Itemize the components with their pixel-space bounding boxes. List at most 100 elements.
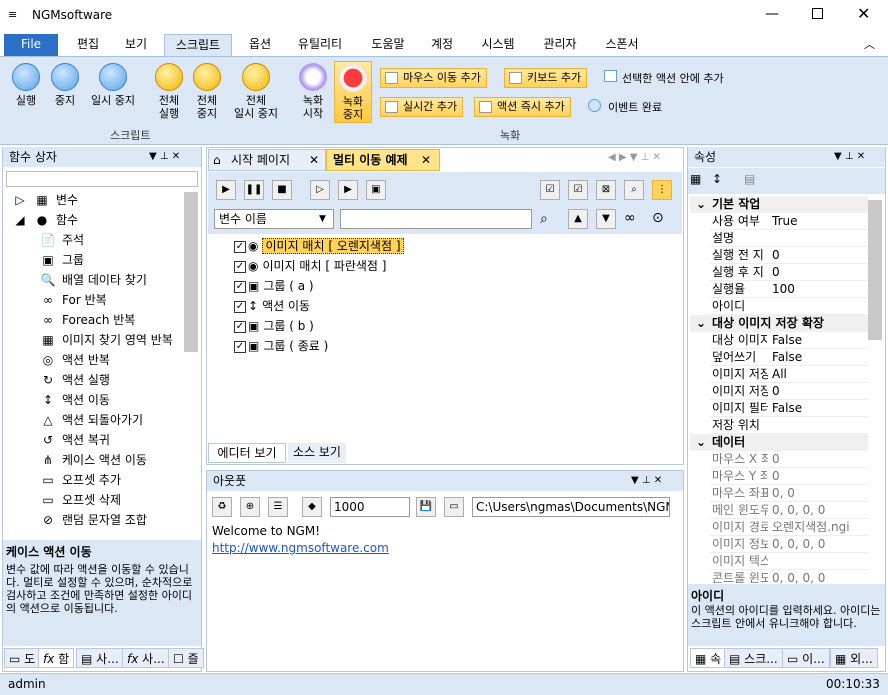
property-row[interactable]: 아이디 [710,298,868,315]
step-icon[interactable]: ▷ [310,180,330,200]
pause-icon[interactable]: ❚❚ [244,180,264,200]
property-row[interactable]: 사용 여부 True [710,213,868,230]
play-icon[interactable]: ▶ [216,180,236,200]
function-item[interactable]: ↕ 액션 이동 [40,390,180,410]
check-all-icon[interactable]: ☑ [540,180,560,200]
property-row[interactable]: 대상 이미지 False [710,332,868,349]
tree-functions[interactable]: ◢ ● 함수 [12,210,78,230]
property-value[interactable]: 0, 0, 0, 0 [772,536,868,553]
tab-edit[interactable]: 편집 [68,34,108,56]
property-pages-icon[interactable]: ▤ [744,172,755,186]
move-up-icon[interactable]: ▲ [568,209,588,229]
close-tab-icon[interactable]: ✕ [309,150,319,170]
filter-select[interactable]: 변수 이름 ▼ [214,209,334,229]
property-row[interactable]: 설명 [710,230,868,247]
property-category[interactable]: ⌄ 기본 작업 [690,196,868,213]
action-row[interactable]: ✓ ◉ 이미지 매치 [ 오렌지색점 ] [234,236,404,256]
tab-account[interactable]: 계정 [422,34,462,56]
action-checkbox[interactable]: ✓ [234,340,246,353]
list-icon[interactable]: ☰ [268,497,288,517]
property-value[interactable]: 0, 0, 0, 0 [772,502,868,519]
maximize-icon[interactable] [812,8,823,19]
property-row[interactable]: 저장 위치 [710,417,868,434]
loop-icon[interactable]: ∞ [624,210,636,226]
tab-nav-icon[interactable]: ◀ ▶ ▼ ⊥ ✕ [608,152,661,163]
function-item[interactable]: ▦ 이미지 찾기 영역 반복 [40,330,180,350]
search-icon[interactable]: ⌕ [624,180,644,200]
tab-script[interactable]: 스크립트 [164,34,232,56]
step-over-icon[interactable]: ▣ [366,180,386,200]
add-mouse-move-button[interactable]: 마우스 이동 추가 [380,68,487,88]
tree-view-icon[interactable]: ⋮ [652,180,672,200]
categorized-icon[interactable]: ▦ [690,172,701,186]
tab-properties[interactable]: ▦ 속 [690,648,727,668]
close-tab-icon[interactable]: ✕ [421,150,431,170]
function-item[interactable]: ⋔ 케이스 액션 이동 [40,450,180,470]
function-search-input[interactable] [6,171,198,187]
function-item[interactable]: △ 액션 되돌아가기 [40,410,180,430]
property-value[interactable]: False [772,332,868,349]
folder-icon[interactable]: ▭ [444,497,464,517]
property-value[interactable]: True [772,213,868,230]
check-icon[interactable]: ☑ [568,180,588,200]
tab-options[interactable]: 옵션 [240,34,280,56]
property-value[interactable]: 0 [772,383,868,400]
action-row[interactable]: ✓ ▣ 그룹 ( 종료 ) [234,336,328,356]
property-value[interactable]: 0, 0 [772,485,868,502]
tab-admin[interactable]: 관리자 [534,34,586,56]
property-value[interactable]: 0 [772,451,868,468]
record-start-button[interactable]: 녹화 시작 [296,63,330,120]
tab-source-view[interactable]: 소스 보기 [288,443,346,463]
eraser-icon[interactable]: ◆ [302,497,322,517]
system-menu-icon[interactable]: ≡ [8,8,17,21]
step-into-icon[interactable]: ▶ [338,180,358,200]
add-inside-button[interactable]: 선택한 액션 안에 추가 [602,70,724,86]
tab-help[interactable]: 도움말 [362,34,414,56]
property-row[interactable]: 이미지 텍스트 [710,553,868,570]
property-row[interactable]: 이미지 경로 오렌지색점.ngi [710,519,868,536]
property-row[interactable]: 메인 윈도우 0, 0, 0, 0 [710,502,868,519]
action-checkbox[interactable]: ✓ [234,280,246,293]
bottom-tab-1[interactable]: ▭ 도 [4,648,41,668]
function-item[interactable]: ↺ 액션 복귀 [40,430,180,450]
action-row[interactable]: ✓ ▣ 그룹 ( a ) [234,276,314,296]
panel-options-icon[interactable]: ▼ ⊥ ✕ [149,147,180,167]
tab-utility[interactable]: 유틸리티 [288,34,352,56]
function-scrollbar[interactable] [184,192,198,352]
tab-external[interactable]: ▦ 외... [830,648,878,668]
collapse-ribbon-icon[interactable]: ︿ [864,36,875,52]
minimize-icon[interactable]: — [765,6,779,22]
property-row[interactable]: 마우스 Y 좌 0 [710,468,868,485]
stop-button[interactable]: 중지 [48,63,82,107]
property-value[interactable]: 오렌지색점.ngi [772,519,868,536]
action-checkbox[interactable]: ✓ [234,320,246,333]
action-row[interactable]: ✓ ↕ 액션 이동 [234,296,310,316]
tab-view[interactable]: 보기 [116,34,156,56]
function-item[interactable]: 📄 주석 [40,230,180,250]
property-value[interactable]: 0 [772,247,868,264]
action-checkbox[interactable]: ✓ [234,260,246,273]
tab-multi-move[interactable]: 멀티 이동 예제 ✕ [326,149,440,171]
bottom-tab-3[interactable]: ▤ 사... [76,648,124,668]
filter-input[interactable] [340,209,532,229]
property-row[interactable]: 실행 후 지 0 [710,264,868,281]
record-stop-button[interactable]: 녹화 중지 [334,61,372,123]
add-output-icon[interactable]: ⊕ [240,497,260,517]
property-value[interactable]: All [772,366,868,383]
add-realtime-button[interactable]: 실시간 추가 [380,97,464,117]
panel-options-icon[interactable]: ▼ ⊥ ✕ [834,147,865,167]
tree-variables[interactable]: ▷ ▦ 변수 [12,190,78,210]
tab-script-list[interactable]: ▤ 스크... [724,648,783,668]
function-item[interactable]: ↻ 액션 실행 [40,370,180,390]
output-count-input[interactable]: 1000 [330,497,410,517]
run-button[interactable]: 실행 [8,63,44,107]
property-value[interactable]: 100 [772,281,868,298]
function-item[interactable]: ⊘ 랜덤 문자열 조합 [40,510,180,530]
add-keyboard-button[interactable]: 키보드 추가 [504,68,588,88]
property-value[interactable]: 0 [772,264,868,281]
property-row[interactable]: 이미지 정보 0, 0, 0, 0 [710,536,868,553]
delete-icon[interactable]: ⊠ [596,180,616,200]
bottom-tab-4[interactable]: fx 사... [122,648,170,668]
function-item[interactable]: ▭ 오프셋 추가 [40,470,180,490]
action-row[interactable]: ✓ ▣ 그룹 ( b ) [234,316,314,336]
